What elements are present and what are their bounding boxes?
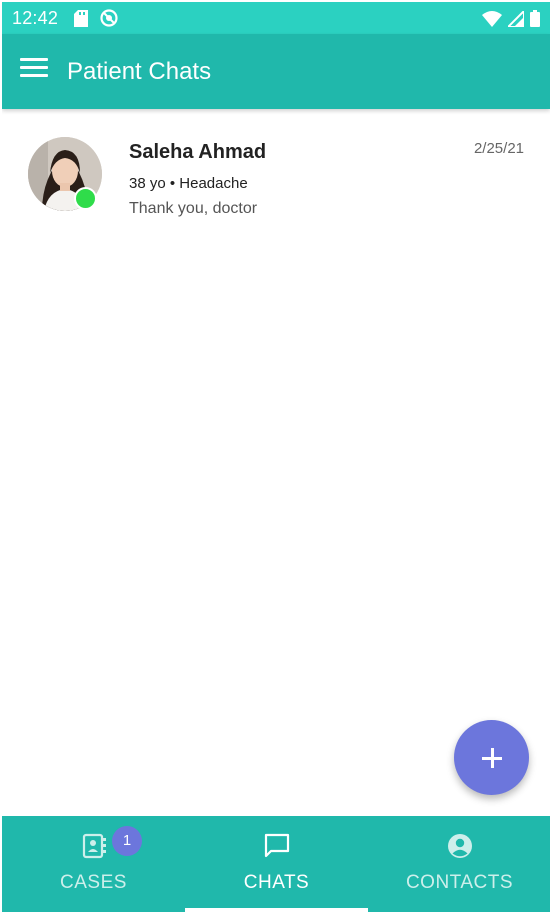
chat-patient-meta: 38 yo • Headache: [129, 175, 248, 192]
account-circle-icon: [447, 834, 472, 858]
menu-button[interactable]: [20, 58, 48, 82]
chat-list-item[interactable]: Saleha Ahmad 38 yo • Headache Thank you,…: [2, 110, 550, 218]
app-bar: Patient Chats: [2, 34, 550, 109]
status-icons-left: [74, 9, 118, 27]
nav-label-cases: CASES: [60, 872, 127, 893]
wifi-icon: [482, 10, 502, 27]
chat-contact-name: Saleha Ahmad: [129, 141, 267, 163]
app-frame: 12:42 Patient Chats Saleha Ahmad 38 yo •…: [2, 2, 550, 912]
status-time: 12:42: [12, 8, 59, 28]
hamburger-menu-icon: [20, 58, 48, 77]
avatar-container: [28, 137, 102, 211]
chat-last-message: Thank you, doctor: [129, 200, 258, 217]
do-not-disturb-icon: [100, 9, 118, 27]
nav-tab-contacts[interactable]: CONTACTS: [368, 816, 550, 912]
nav-label-contacts: CONTACTS: [405, 872, 514, 893]
battery-icon: [530, 10, 540, 27]
page-title: Patient Chats: [67, 58, 212, 85]
cell-signal-icon: [508, 10, 524, 27]
online-status-dot: [74, 187, 97, 210]
active-tab-indicator: [185, 908, 368, 912]
new-chat-fab[interactable]: [454, 720, 529, 795]
chat-date: 2/25/21: [473, 140, 524, 157]
bottom-navigation: 1 CASES CHATS CONTACTS: [2, 816, 550, 912]
nav-tab-cases[interactable]: 1 CASES: [2, 816, 185, 912]
chat-bubble-icon: [264, 833, 289, 858]
plus-icon: [481, 747, 502, 768]
status-bar: 12:42: [2, 2, 550, 34]
nav-tab-chats[interactable]: CHATS: [185, 816, 368, 912]
status-icons-right: [482, 10, 540, 27]
contacts-book-icon: [82, 833, 106, 859]
nav-label-chats: CHATS: [243, 872, 310, 893]
sd-card-icon: [74, 9, 88, 27]
cases-count-badge: 1: [112, 826, 142, 856]
